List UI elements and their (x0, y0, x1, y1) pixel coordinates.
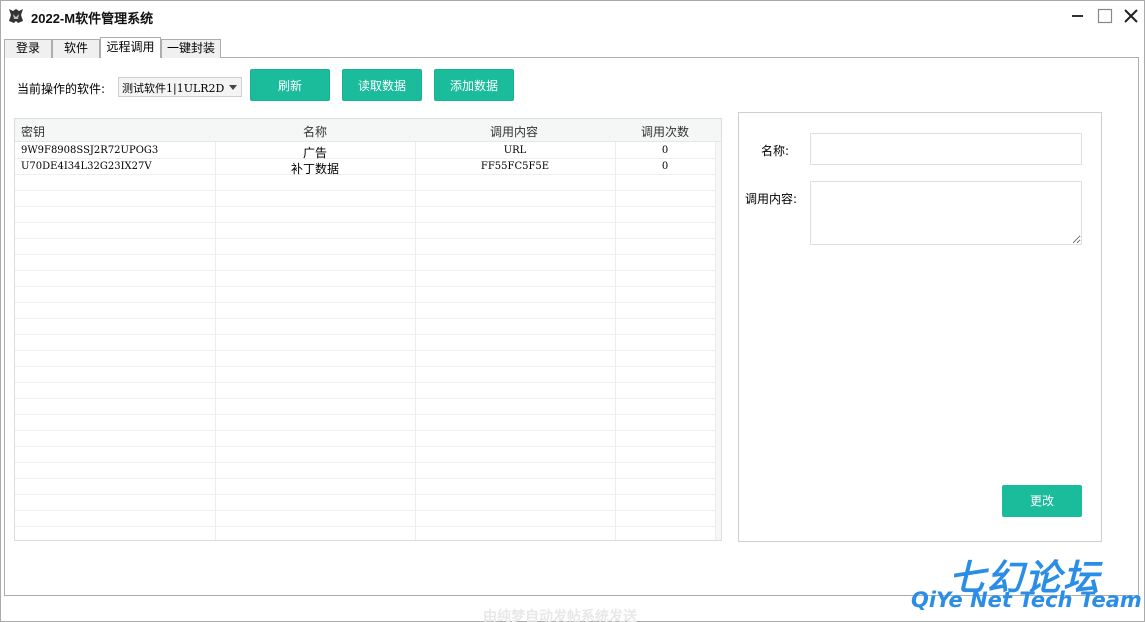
minimize-icon[interactable] (1067, 5, 1089, 27)
table-cell-content[interactable]: URL (415, 145, 615, 156)
table-row-divider (15, 206, 721, 207)
table-cell-count[interactable]: 0 (615, 161, 715, 172)
table-cell-count[interactable]: 0 (615, 145, 715, 156)
content-textarea[interactable] (810, 181, 1082, 245)
read-data-button[interactable]: 读取数据 (342, 69, 422, 101)
maximize-icon[interactable] (1094, 5, 1116, 27)
table-cell-key[interactable]: 9W9F8908SSJ2R72UPOG3 (21, 145, 158, 156)
table-cell-key[interactable]: U70DE4I34L32G23IX27V (21, 161, 152, 172)
table-cell-content[interactable]: FF55FC5F5E (415, 161, 615, 172)
table-column-divider (415, 142, 416, 540)
table-row-divider (15, 190, 721, 191)
table-row-divider (15, 350, 721, 351)
app-logo-icon (9, 9, 23, 23)
table-row-divider (15, 254, 721, 255)
name-input[interactable] (810, 133, 1082, 165)
close-icon[interactable] (1120, 5, 1142, 27)
tab-remote-call[interactable]: 远程调用 (100, 37, 161, 58)
table-row-divider (15, 286, 721, 287)
column-header-name[interactable]: 名称 (303, 123, 327, 140)
table-column-divider (215, 142, 216, 540)
table-header: 密钥 名称 调用内容 调用次数 (15, 119, 721, 142)
software-select-value: 测试软件1|1ULR2D6 (122, 82, 225, 95)
current-software-label: 当前操作的软件: (17, 82, 106, 96)
table-row-divider (15, 318, 721, 319)
table-scrollbar[interactable] (716, 142, 721, 540)
modify-button[interactable]: 更改 (1002, 485, 1082, 517)
table-row-divider (15, 334, 721, 335)
table-row-divider (15, 526, 721, 527)
watermark-logo-subtitle: QiYe Net Tech Team (911, 588, 1142, 612)
table-cell-name[interactable]: 补丁数据 (215, 160, 415, 177)
table-row-divider (15, 222, 721, 223)
tab-software[interactable]: 软件 (52, 39, 100, 58)
data-table[interactable]: 密钥 名称 调用内容 调用次数 9W9F8908SSJ2R72UPOG3 广告 … (14, 118, 722, 541)
chevron-down-icon (229, 85, 237, 90)
column-header-count[interactable]: 调用次数 (641, 123, 689, 140)
table-row-divider (15, 510, 721, 511)
content-label: 调用内容: (745, 192, 798, 206)
table-row-divider (15, 270, 721, 271)
refresh-button[interactable]: 刷新 (250, 69, 330, 101)
column-header-content[interactable]: 调用内容 (490, 123, 538, 140)
table-column-divider (615, 142, 616, 540)
window-title: 2022-M软件管理系统 (31, 11, 154, 26)
table-row-divider (15, 302, 721, 303)
table-row-divider (15, 398, 721, 399)
table-row-divider (15, 430, 721, 431)
table-row-divider (15, 462, 721, 463)
table-row-divider (15, 238, 721, 239)
app-window: 2022-M软件管理系统 登录 软件 远程调用 一键封装 当前操作的软件: 测试… (0, 0, 1145, 622)
name-label: 名称: (761, 144, 790, 158)
table-row-divider (15, 494, 721, 495)
edit-panel (738, 112, 1102, 542)
table-row-divider (15, 478, 721, 479)
tab-login[interactable]: 登录 (4, 39, 52, 58)
table-cell-name[interactable]: 广告 (215, 144, 415, 161)
title-bar[interactable]: 2022-M软件管理系统 (1, 1, 1144, 31)
software-select[interactable]: 测试软件1|1ULR2D6 (118, 77, 242, 97)
tab-one-click-pack[interactable]: 一键封装 (161, 39, 221, 58)
table-row-divider (15, 382, 721, 383)
column-header-key[interactable]: 密钥 (21, 123, 45, 140)
table-row-divider (15, 414, 721, 415)
add-data-button[interactable]: 添加数据 (434, 69, 514, 101)
table-row-divider (15, 446, 721, 447)
table-row-divider (15, 366, 721, 367)
watermark-center-text: 由纯梦自动发帖系统发送 (483, 609, 637, 622)
